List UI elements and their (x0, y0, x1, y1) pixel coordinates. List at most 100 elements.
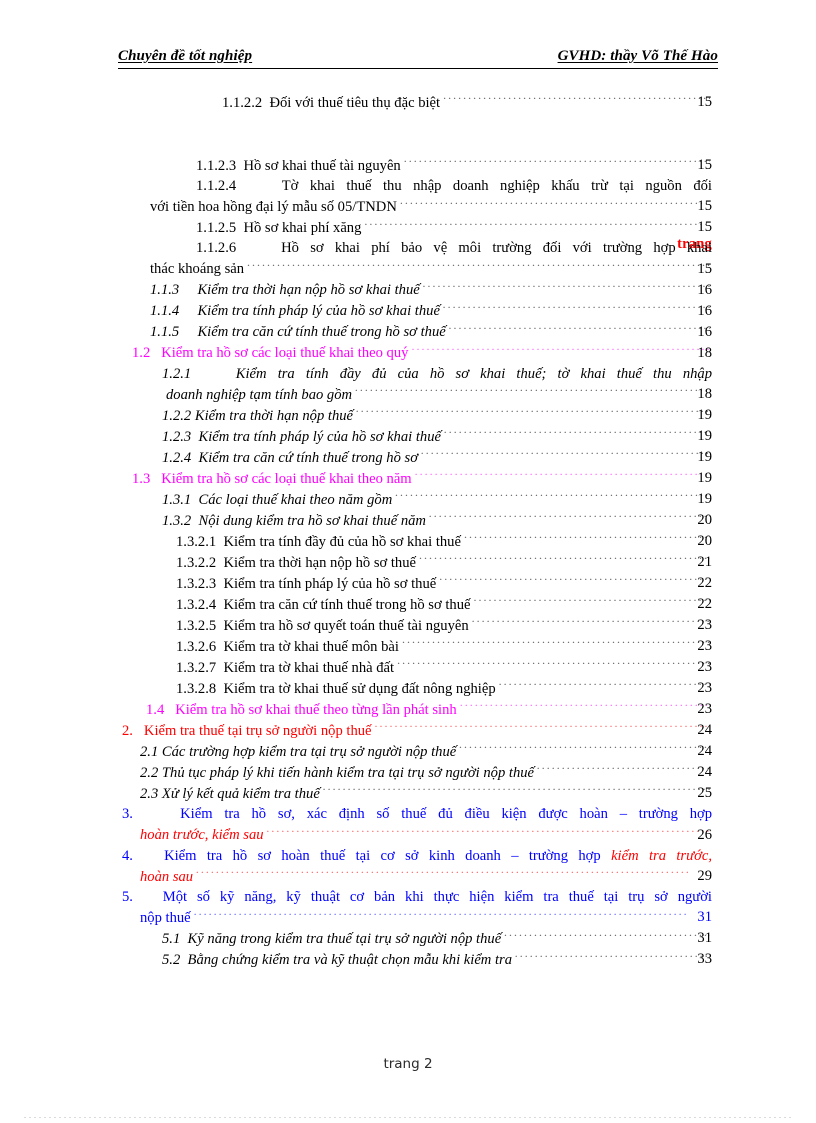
toc-entry-number: 1.1.2.5 (196, 220, 237, 236)
toc-entry[interactable]: 1.1.2.5 Hồ sơ khai phí xăng 15 (0, 217, 816, 238)
table-of-contents: 1.1.2.2 Đối với thuế tiêu thụ đặc biệt 1… (0, 92, 816, 970)
toc-entry[interactable]: 2. Kiểm tra thuế tại trụ sở người nộp th… (0, 720, 816, 741)
toc-entry[interactable]: 1.3.2.2 Kiểm tra thời hạn nộp hồ sơ thuế… (0, 552, 816, 573)
toc-entry[interactable]: 1.3.2.8 Kiểm tra tờ khai thuế sử dụng đấ… (0, 678, 816, 699)
toc-entry-number: 1.2.2 (162, 407, 192, 424)
toc-entry-text: Đối với thuế tiêu thụ đặc biệt (269, 94, 441, 111)
toc-entry[interactable]: 1.3 Kiểm tra hồ sơ các loại thuế khai th… (0, 468, 816, 489)
dot-leader (444, 426, 710, 441)
dot-leader (355, 384, 710, 399)
dot-leader (395, 489, 710, 504)
toc-entry-number: 1.1.2.2 (222, 94, 263, 111)
toc-entry[interactable]: 1.3.2.7 Kiểm tra tờ khai thuế nhà đất 23 (0, 657, 816, 678)
toc-entry[interactable]: 1.2.4 Kiểm tra căn cứ tính thuế trong hồ… (0, 447, 816, 468)
toc-entry[interactable]: 1.3.2.4 Kiểm tra căn cứ tính thuế trong … (0, 594, 816, 615)
toc-entry[interactable]: 1.3.2.5 Kiểm tra hồ sơ quyết toán thuế t… (0, 615, 816, 636)
toc-entry[interactable]: 5.1 Kỹ năng trong kiểm tra thuế tại trụ … (0, 928, 816, 949)
toc-entry[interactable]: 1.1.4 Kiểm tra tính pháp lý của hồ sơ kh… (0, 301, 816, 322)
toc-entry-number: 2.1 (140, 743, 159, 760)
toc-entry[interactable]: 1.2.3 Kiểm tra tính pháp lý của hồ sơ kh… (0, 426, 816, 447)
toc-entry[interactable]: 1.1.2.4 Tờ khai thuế thu nhập doanh nghi… (0, 176, 816, 196)
toc-entry[interactable]: 1.3.2.1 Kiểm tra tính đầy đủ của hồ sơ k… (0, 531, 816, 552)
dot-leader (194, 907, 710, 922)
toc-entry[interactable]: 2.3 Xử lý kết quả kiểm tra thuế 25 (0, 783, 816, 804)
toc-entry-text: Xử lý kết quả kiểm tra thuế (161, 785, 320, 802)
toc-entry-text: Kiểm tra hồ sơ hoàn thuế tại cơ sở kinh … (164, 847, 612, 864)
toc-entry-text-continued: thác khoáng sản (150, 261, 245, 278)
toc-entry-text-continued: nộp thuế (140, 910, 191, 927)
page-footer: trang 2 (0, 1056, 816, 1072)
dot-leader (247, 259, 710, 274)
dot-leader (439, 573, 710, 588)
toc-entry-page: 19 (697, 428, 712, 445)
toc-entry-page: 25 (697, 785, 712, 802)
toc-entry-continuation: hoàn trước, kiểm sau 26 (0, 825, 816, 846)
toc-entry-page: 20 (697, 533, 712, 550)
toc-entry[interactable]: 1.2.1 Kiểm tra tính đầy đủ của hồ sơ kha… (0, 364, 816, 384)
dot-leader (267, 825, 710, 840)
dot-leader (364, 217, 710, 232)
toc-entry-text: Hồ sơ khai thuế tài nguyên (243, 157, 401, 174)
dot-leader (397, 657, 710, 672)
toc-entry-page: 15 (697, 219, 712, 236)
toc-entry-number: 1.2.1 (162, 365, 192, 382)
toc-entry-number: 1.3.2.3 (176, 575, 217, 592)
toc-entry-page: 19 (697, 407, 712, 424)
dot-leader (421, 447, 710, 462)
toc-entry[interactable]: 5.2 Bằng chứng kiểm tra và kỹ thuật chọn… (0, 949, 816, 970)
toc-entry-number: 1.1.3 (150, 282, 180, 299)
toc-entry[interactable]: 1.1.5 Kiểm tra căn cứ tính thuế trong hồ… (0, 322, 816, 343)
toc-entry-page: 33 (697, 951, 712, 968)
toc-entry[interactable]: 1.3.2.6 Kiểm tra tờ khai thuế môn bài 23 (0, 636, 816, 657)
toc-entry[interactable]: 1.2 Kiểm tra hồ sơ các loại thuế khai th… (0, 343, 816, 364)
toc-entry-page: 19 (697, 491, 712, 508)
toc-entry[interactable]: 1.4 Kiểm tra hồ sơ khai thuế theo từng l… (0, 699, 816, 720)
toc-entry-text: Kiểm tra tính pháp lý của hồ sơ khai thu… (198, 428, 441, 445)
dot-leader (402, 636, 710, 651)
toc-entry[interactable]: 1.3.2.3 Kiểm tra tính pháp lý của hồ sơ … (0, 573, 816, 594)
toc-entry-text: Kiểm tra hồ sơ khai thuế theo từng lần p… (175, 701, 457, 718)
toc-entry[interactable]: 1.3.1 Các loại thuế khai theo năm gồm 19 (0, 489, 816, 510)
toc-entry-page: 22 (697, 575, 712, 592)
toc-entry-page: 18 (697, 386, 712, 403)
toc-entry-number: 1.3.2 (162, 512, 192, 529)
toc-entry-number: 1.3.2.6 (176, 638, 217, 655)
toc-entry-page: 22 (697, 596, 712, 613)
toc-entry-page: 19 (697, 449, 712, 466)
toc-entry-page: 16 (697, 323, 712, 340)
toc-entry[interactable]: 3. Kiểm tra hồ sơ, xác định số thuế đủ đ… (0, 804, 816, 824)
toc-entry-page: 21 (697, 554, 712, 571)
toc-entry-text-continued: hoàn trước, kiểm sau (140, 827, 264, 844)
toc-entry[interactable]: 1.1.2.6 Hồ sơ khai phí bảo vệ môi trường… (0, 238, 816, 258)
toc-entry[interactable]: 2.1 Các trường hợp kiểm tra tại trụ sở n… (0, 741, 816, 762)
toc-entry-number: 1.3 (132, 470, 151, 487)
toc-entry[interactable]: 4. Kiểm tra hồ sơ hoàn thuế tại cơ sở ki… (0, 846, 816, 866)
toc-entry-number: 1.3.2.1 (176, 533, 217, 550)
toc-entry-page: 16 (697, 281, 712, 298)
dot-leader (443, 92, 710, 107)
toc-entry[interactable]: 1.1.2.2 Đối với thuế tiêu thụ đặc biệt 1… (0, 92, 816, 113)
toc-entry[interactable]: 1.2.2 Kiểm tra thời hạn nộp thuế 19 (0, 405, 816, 426)
toc-entry-number: 1.1.4 (150, 303, 180, 320)
toc-entry-number: 1.3.2.5 (176, 617, 217, 634)
toc-entry-text: Kiểm tra thời hạn nộp hồ sơ khai thuế (197, 282, 420, 299)
toc-entry-page: 15 (697, 198, 712, 215)
toc-entry-number: 1.2.3 (162, 428, 192, 445)
toc-entry-text: Hồ sơ khai phí bảo vệ môi trường đối với… (281, 240, 712, 257)
toc-entry[interactable]: 2.2 Thủ tục pháp lý khi tiến hành kiểm t… (0, 762, 816, 783)
footer-page-label: trang 2 (383, 1056, 433, 1072)
toc-entry[interactable]: 1.1.2.3 Hồ sơ khai thuế tài nguyên 15 (0, 155, 816, 176)
toc-entry[interactable]: 1.3.2 Nội dung kiểm tra hồ sơ khai thuế … (0, 510, 816, 531)
scan-artifact-line (24, 1117, 792, 1118)
toc-entry-number: 1.3.2.4 (176, 596, 217, 613)
dot-leader (419, 552, 710, 567)
toc-entry-text: Kiểm tra tờ khai thuế sử dụng đất nông n… (223, 680, 496, 697)
toc-entry-text: Các loại thuế khai theo năm gồm (198, 491, 393, 508)
toc-entry[interactable]: 5. Một số kỹ năng, kỹ thuật cơ bản khi t… (0, 887, 816, 907)
dot-leader (464, 531, 710, 546)
toc-entry-page: 23 (697, 617, 712, 634)
toc-entry[interactable]: 1.1.3 Kiểm tra thời hạn nộp hồ sơ khai t… (0, 280, 816, 301)
dot-leader (411, 343, 710, 358)
toc-entry-page: 23 (697, 638, 712, 655)
